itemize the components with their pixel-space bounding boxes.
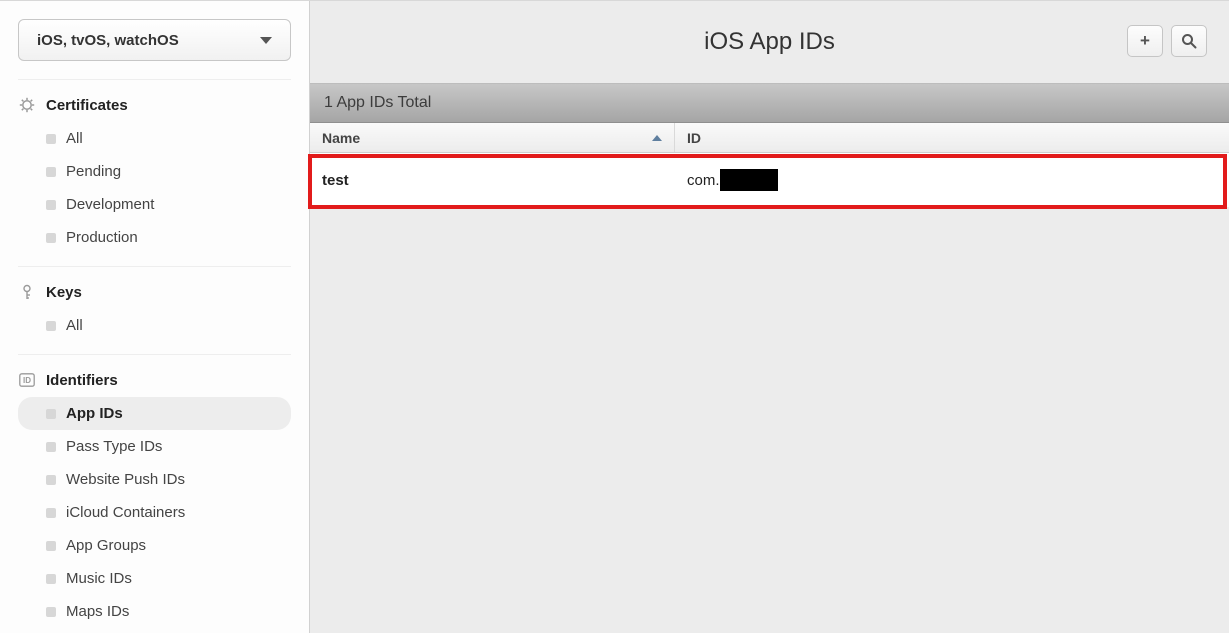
sidebar-item-label: Music IDs [66,570,132,587]
section-title: Identifiers [46,372,118,389]
search-icon [1181,33,1197,49]
bullet-icon [46,541,56,551]
count-label: 1 App IDs Total [324,94,431,112]
sidebar-item-label: All [66,317,83,334]
column-header-name[interactable]: Name [310,123,675,152]
chevron-down-icon [260,37,272,44]
sidebar-item-label: App Groups [66,537,146,554]
svg-text:ID: ID [23,376,31,385]
bullet-icon [46,409,56,419]
section-title: Certificates [46,97,128,114]
bullet-icon [46,475,56,485]
section-identifiers: ID Identifiers App IDs Pass Type IDs Web… [18,354,291,640]
sidebar-item-app-ids[interactable]: App IDs [18,397,291,430]
section-header-keys[interactable]: Keys [18,277,291,307]
section-header-certificates[interactable]: Certificates [18,90,291,120]
platform-dropdown[interactable]: iOS, tvOS, watchOS [18,19,291,61]
sidebar-item-pass-type-ids[interactable]: Pass Type IDs [18,430,291,463]
section-title: Keys [46,284,82,301]
sidebar-item-label: Development [66,196,154,213]
section-certificates: Certificates All Pending Development Pro… [18,79,291,266]
add-button[interactable]: + [1127,25,1163,57]
bullet-icon [46,233,56,243]
table-row[interactable]: test com. [310,153,1229,207]
sidebar-item-keys-all[interactable]: All [18,309,291,342]
titlebar: iOS App IDs + [310,1,1229,83]
bullet-icon [46,442,56,452]
plus-icon: + [1140,31,1150,51]
bullet-icon [46,607,56,617]
sidebar-item-label: Website Push IDs [66,471,185,488]
sidebar-item-app-groups[interactable]: App Groups [18,529,291,562]
column-label: ID [687,130,701,146]
column-header-id[interactable]: ID [675,123,1229,152]
sidebar-item-cert-development[interactable]: Development [18,188,291,221]
sidebar-item-label: Pass Type IDs [66,438,162,455]
sidebar-item-maps-ids[interactable]: Maps IDs [18,595,291,628]
sidebar: iOS, tvOS, watchOS Certificates All Pend… [0,1,310,633]
sort-asc-icon [652,135,662,141]
bullet-icon [46,200,56,210]
key-icon [18,283,36,301]
section-header-identifiers[interactable]: ID Identifiers [18,365,291,395]
count-bar: 1 App IDs Total [310,83,1229,123]
sidebar-item-label: Production [66,229,138,246]
section-keys: Keys All [18,266,291,354]
sidebar-item-icloud-containers[interactable]: iCloud Containers [18,496,291,529]
id-icon: ID [18,371,36,389]
cell-id: com. [675,169,1229,191]
bullet-icon [46,321,56,331]
bullet-icon [46,508,56,518]
redacted-block [720,169,778,191]
bullet-icon [46,574,56,584]
sidebar-item-label: Pending [66,163,121,180]
cell-id-prefix: com. [687,172,720,189]
column-label: Name [322,130,360,146]
sidebar-item-music-ids[interactable]: Music IDs [18,562,291,595]
bullet-icon [46,134,56,144]
cell-name: test [310,172,675,189]
sidebar-item-label: Maps IDs [66,603,129,620]
sidebar-item-label: iCloud Containers [66,504,185,521]
table-header: Name ID [310,123,1229,153]
page-title: iOS App IDs [704,28,835,56]
sidebar-item-website-push-ids[interactable]: Website Push IDs [18,463,291,496]
search-button[interactable] [1171,25,1207,57]
sidebar-item-label: App IDs [66,405,123,422]
sidebar-item-cert-production[interactable]: Production [18,221,291,254]
sidebar-item-cert-all[interactable]: All [18,122,291,155]
gear-icon [18,96,36,114]
sidebar-item-label: All [66,130,83,147]
platform-dropdown-label: iOS, tvOS, watchOS [37,32,179,49]
main-content: iOS App IDs + 1 App IDs Total Name [310,1,1229,633]
sidebar-item-cert-pending[interactable]: Pending [18,155,291,188]
bullet-icon [46,167,56,177]
